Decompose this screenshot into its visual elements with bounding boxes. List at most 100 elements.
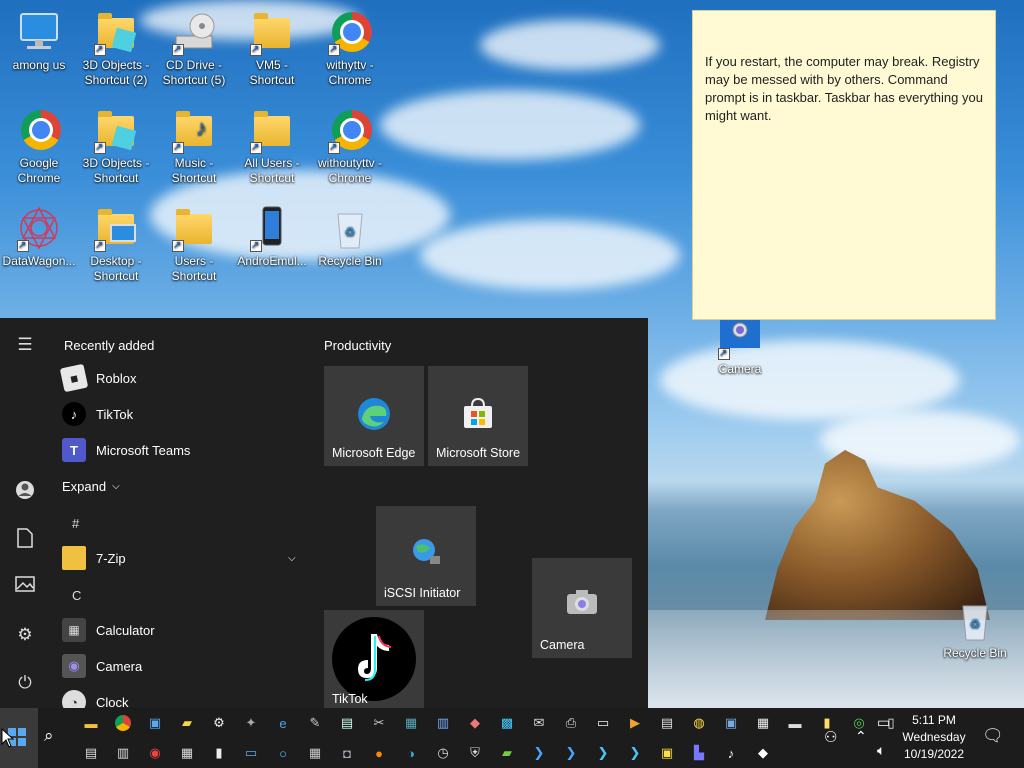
taskbar: ⌕ ▬ ▣ ▰ ⚙ ✦ e ✎ ▤ ✂ ▦ ▥ ◆ ▩ ✉ ⎙ ▭ ▶ ▤ ◍ … xyxy=(0,708,1024,768)
app-list: Recently added ■ Roblox ♪ TikTok T Micro… xyxy=(50,318,310,708)
action-center-icon[interactable]: 🗨︎ xyxy=(982,726,1004,768)
taskbar-clock[interactable]: 5:11 PM Wednesday 10/19/2022 xyxy=(896,712,972,763)
roblox-icon[interactable]: ◆ xyxy=(750,740,776,766)
wordpad-icon[interactable]: ✉ xyxy=(526,710,552,736)
desktop-icon-among-us[interactable]: among us xyxy=(0,8,78,73)
desktop-icon-users[interactable]: Users - Shortcut xyxy=(155,204,233,284)
app-item-label: Camera xyxy=(96,658,143,674)
desktop-icon-recycle-bin-2[interactable]: ♻ Recycle Bin xyxy=(936,596,1014,661)
calculator-icon[interactable]: ▦ xyxy=(302,740,328,766)
sticky-note[interactable]: If you restart, the computer may break. … xyxy=(692,10,996,320)
app-item-7zip[interactable]: 7-Zip ⌵ xyxy=(62,544,302,572)
tile-iscsi-initiator[interactable]: iSCSI Initiator xyxy=(376,506,476,606)
desktop-icon-vm5[interactable]: VM5 - Shortcut xyxy=(233,8,311,88)
app-item-tiktok[interactable]: ♪ TikTok xyxy=(62,400,302,428)
tile-microsoft-edge[interactable]: Microsoft Edge xyxy=(324,366,424,466)
keyboard-icon[interactable]: ▤ xyxy=(78,740,104,766)
media-player-icon[interactable]: ▶ xyxy=(622,710,648,736)
cortana-icon[interactable]: ○ xyxy=(270,740,296,766)
desktop-icon-desktop[interactable]: Desktop - Shortcut xyxy=(77,204,155,284)
chrome-icon[interactable] xyxy=(110,710,136,736)
firefox-icon[interactable]: ● xyxy=(366,740,392,766)
letter-header-c[interactable]: C xyxy=(72,588,81,603)
camera-icon[interactable]: ◘ xyxy=(334,740,360,766)
people-icon[interactable]: ⚇ xyxy=(824,728,837,768)
registry-icon[interactable]: ▦ xyxy=(750,710,776,736)
monitor-icon[interactable]: ▭ xyxy=(238,740,264,766)
network-icon[interactable]: ▦ xyxy=(398,710,424,736)
taskbar-row-top: ▬ ▣ ▰ ⚙ ✦ e ✎ ▤ ✂ ▦ ▥ ◆ ▩ ✉ ⎙ ▭ ▶ ▤ ◍ ▣ … xyxy=(78,710,904,736)
desktop-icon-3d-objects-2[interactable]: 3D Objects - Shortcut (2) xyxy=(77,8,155,88)
control-panel-icon[interactable]: ✦ xyxy=(238,710,264,736)
excel-icon[interactable]: ▰ xyxy=(494,740,520,766)
desktop-icon-androemul[interactable]: AndroEmul... xyxy=(233,204,311,269)
sticky-notes-icon[interactable]: ▰ xyxy=(174,710,200,736)
task-manager-icon[interactable]: ▥ xyxy=(430,710,456,736)
documents-icon[interactable] xyxy=(14,528,36,550)
desktop-icon-3d-objects[interactable]: 3D Objects - Shortcut xyxy=(77,106,155,186)
desktop-icon-music[interactable]: ♪ Music - Shortcut xyxy=(155,106,233,186)
powershell-2-icon[interactable]: ❯ xyxy=(558,740,584,766)
paint-icon[interactable]: ✎ xyxy=(302,710,328,736)
document-icon[interactable]: ▤ xyxy=(654,710,680,736)
computer-management-icon[interactable]: ▣ xyxy=(718,710,744,736)
app-item-calculator[interactable]: ▦ Calculator xyxy=(62,616,302,644)
notepad-2-icon[interactable]: ▭ xyxy=(590,710,616,736)
windows-tools-icon[interactable]: ▩ xyxy=(494,710,520,736)
hamburger-menu-icon[interactable]: ☰ xyxy=(14,334,36,356)
teams-icon[interactable]: ▙ xyxy=(686,740,712,766)
tile-label: TikTok xyxy=(332,692,368,706)
volume-icon[interactable]: 🔈︎ xyxy=(877,742,885,768)
expand-button[interactable]: Expand ⌵ xyxy=(62,472,302,500)
store-icon[interactable]: ▣ xyxy=(654,740,680,766)
desktop-icon-camera[interactable]: Camera xyxy=(701,312,779,377)
power-icon[interactable]: ⏻ xyxy=(14,672,36,694)
tile-label: Microsoft Store xyxy=(436,446,521,460)
desktop-icon-withoutyttv[interactable]: withoutyttv - Chrome xyxy=(311,106,389,186)
chevron-up-icon[interactable]: ⌃ xyxy=(855,728,867,768)
printer-icon[interactable]: ⎙ xyxy=(558,710,584,736)
terminal-2-icon[interactable]: ❯ xyxy=(622,740,648,766)
stopwatch-icon[interactable]: ◷ xyxy=(430,740,456,766)
tile-camera[interactable]: Camera xyxy=(532,558,632,658)
terminal-icon[interactable]: ❯ xyxy=(590,740,616,766)
edge-icon[interactable]: ◑ xyxy=(398,740,424,766)
desktop-icon-google-chrome[interactable]: Google Chrome xyxy=(0,106,78,186)
notepad-icon[interactable]: ▤ xyxy=(334,710,360,736)
calendar-icon[interactable]: ▦ xyxy=(174,740,200,766)
sticky-note-text[interactable]: If you restart, the computer may break. … xyxy=(705,53,983,125)
tile-tiktok[interactable]: TikTok xyxy=(324,610,424,708)
letter-header-hash[interactable]: # xyxy=(72,516,79,531)
compass-icon[interactable]: ◉ xyxy=(142,740,168,766)
app-item-microsoft-teams[interactable]: T Microsoft Teams xyxy=(62,436,302,464)
desktop-icon-all-users[interactable]: All Users - Shortcut xyxy=(233,106,311,186)
defender-icon[interactable]: ⛨ xyxy=(462,740,488,766)
paint-3d-icon[interactable]: ◆ xyxy=(462,710,488,736)
settings-gear-icon[interactable]: ⚙ xyxy=(14,624,36,646)
app-item-clock[interactable]: ◔ Clock xyxy=(62,688,302,708)
desktop-icon-recycle-bin[interactable]: ♻ Recycle Bin xyxy=(311,204,389,269)
pictures-icon[interactable] xyxy=(14,576,36,598)
chevron-down-icon: ⌵ xyxy=(288,552,296,564)
desktop-icon-label: withyttv - Chrome xyxy=(326,58,374,87)
settings-gear-icon[interactable]: ⚙ xyxy=(206,710,232,736)
user-account-icon[interactable] xyxy=(14,480,36,502)
internet-explorer-icon[interactable]: e xyxy=(270,710,296,736)
file-explorer-icon[interactable]: ▬ xyxy=(78,710,104,736)
command-prompt-icon[interactable]: ▮ xyxy=(206,740,232,766)
desktop-icon-datawagon[interactable]: DataWagon... xyxy=(0,204,78,269)
app-item-camera[interactable]: ◉ Camera xyxy=(62,652,302,680)
search-icon[interactable]: ⌕ xyxy=(44,726,54,746)
scanner-icon[interactable]: ▬ xyxy=(782,710,808,736)
tiktok-icon[interactable]: ♪ xyxy=(718,740,744,766)
scanner-2-icon[interactable]: ▥ xyxy=(110,740,136,766)
tile-microsoft-store[interactable]: Microsoft Store xyxy=(428,366,528,466)
snipping-tool-icon[interactable]: ✂ xyxy=(366,710,392,736)
app-item-roblox[interactable]: ■ Roblox xyxy=(59,363,302,393)
powershell-icon[interactable]: ❯ xyxy=(526,740,552,766)
desktop-icon-label: among us xyxy=(12,58,66,72)
desktop-icon-cd-drive[interactable]: CD Drive - Shortcut (5) xyxy=(155,8,233,88)
remote-desktop-icon[interactable]: ▣ xyxy=(142,710,168,736)
desktop-icon-withyttv[interactable]: withyttv - Chrome xyxy=(311,8,389,88)
disk-icon[interactable]: ◍ xyxy=(686,710,712,736)
